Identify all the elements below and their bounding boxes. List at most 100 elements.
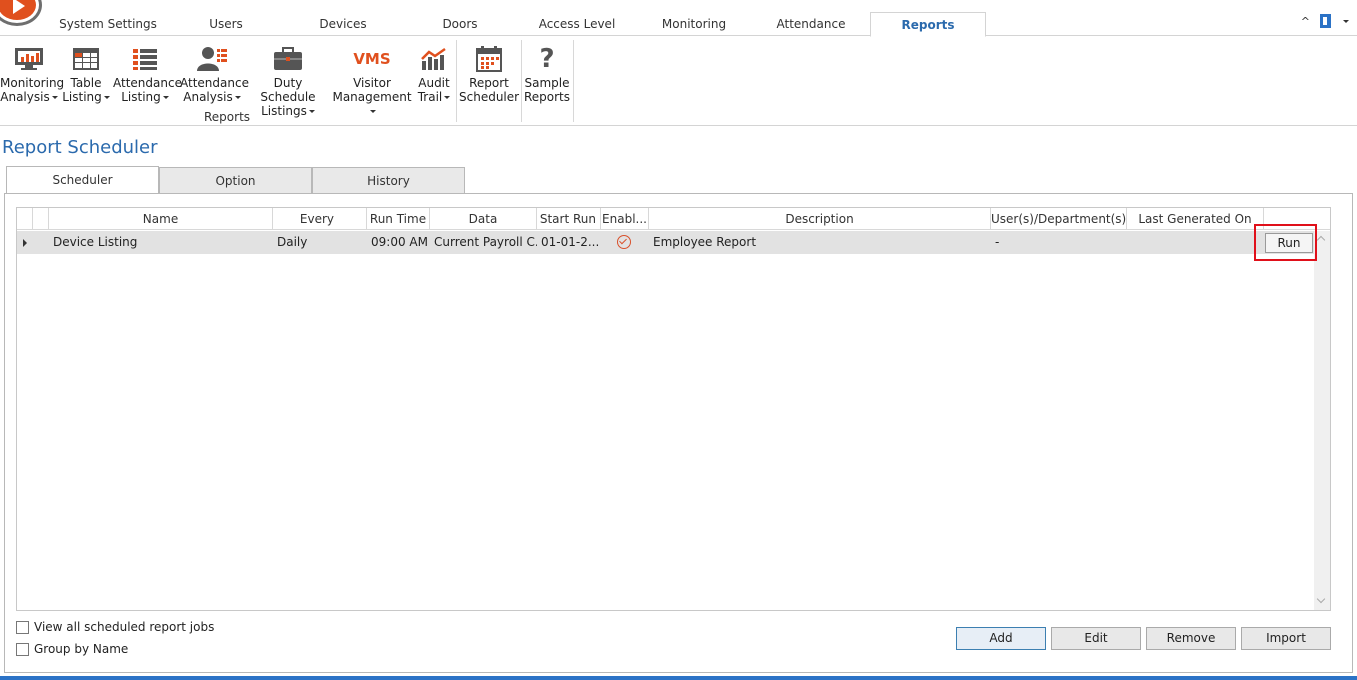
scheduler-grid: Name Every Run Time Data Start Run Enabl… — [16, 207, 1331, 611]
header-start-run[interactable]: Start Run — [537, 208, 601, 230]
group-by-name-checkbox[interactable]: Group by Name — [16, 642, 128, 656]
enabled-check-icon — [617, 235, 631, 249]
tab-attendance[interactable]: Attendance — [768, 12, 854, 36]
checkbox-box[interactable] — [16, 642, 29, 656]
ribbon-button-label: Scheduler — [459, 90, 520, 104]
report-scheduler-button[interactable]: Report Scheduler — [459, 42, 519, 104]
ribbon-window-controls: ^ — [1301, 14, 1349, 28]
vertical-scrollbar[interactable] — [1314, 231, 1330, 610]
collapse-ribbon-icon[interactable]: ^ — [1301, 15, 1310, 28]
duty-schedule-listings-button[interactable]: Duty Schedule Listings — [247, 42, 329, 118]
attendance-analysis-button[interactable]: Attendance Analysis — [180, 42, 249, 104]
ribbon-separator — [573, 40, 574, 122]
audit-trail-button[interactable]: Audit Trail — [416, 42, 452, 104]
cell-users: - — [995, 235, 1000, 249]
tab-monitoring[interactable]: Monitoring — [652, 12, 736, 36]
app-window: System Settings Users Devices Doors Acce… — [0, 0, 1357, 680]
dropdown-arrow-icon — [162, 96, 169, 99]
table-listing-button[interactable]: Table Listing — [62, 42, 110, 104]
ribbon-button-label: Duty Schedule — [260, 76, 316, 104]
row-indicator-icon — [23, 239, 27, 247]
ribbon-options-icon[interactable] — [1341, 14, 1349, 28]
header-description[interactable]: Description — [649, 208, 991, 230]
ribbon-button-label: Audit — [418, 76, 450, 90]
ribbon-button-label: Table — [70, 76, 102, 90]
cell-every: Daily — [277, 235, 308, 249]
checkbox-label: View all scheduled report jobs — [34, 620, 215, 634]
vms-icon-text: VMS — [353, 50, 391, 68]
cell-start-run: 01-01-2... — [541, 235, 600, 249]
ribbon-button-label: Management — [332, 90, 412, 104]
tab-reports[interactable]: Reports — [870, 12, 986, 37]
header-spacer — [33, 208, 49, 230]
tab-history[interactable]: History — [312, 167, 465, 194]
table-row[interactable]: Device Listing Daily 09:00 AM Current Pa… — [17, 231, 1314, 254]
question-icon: ? — [523, 42, 571, 76]
dropdown-arrow-icon — [103, 96, 110, 99]
monitoring-analysis-button[interactable]: Monitoring Analysis — [0, 42, 65, 104]
tab-devices[interactable]: Devices — [305, 12, 381, 36]
ribbon-button-label: Listing — [121, 90, 161, 104]
chart-line-icon — [416, 42, 452, 76]
edit-button[interactable]: Edit — [1051, 627, 1141, 650]
calendar-icon — [459, 42, 519, 76]
dropdown-arrow-icon — [234, 96, 241, 99]
cell-description: Employee Report — [653, 235, 757, 249]
visitor-management-button[interactable]: VMS Visitor Management — [332, 42, 412, 118]
ribbon-button-label: Sample — [524, 76, 570, 90]
ribbon-button-label: Attendance — [180, 76, 249, 90]
ribbon-button-label: Report — [469, 76, 509, 90]
view-all-jobs-checkbox[interactable]: View all scheduled report jobs — [16, 620, 214, 634]
header-data[interactable]: Data — [430, 208, 537, 230]
checkbox-box[interactable] — [16, 620, 29, 634]
add-button[interactable]: Add — [956, 627, 1046, 650]
ribbon-button-label: Listings — [261, 104, 307, 118]
cell-last-generated — [1127, 231, 1264, 254]
cell-run-time: 09:00 AM — [371, 235, 428, 249]
ribbon-button-label: Reports — [523, 90, 571, 104]
header-run-time[interactable]: Run Time — [367, 208, 430, 230]
tab-users[interactable]: Users — [190, 12, 262, 36]
tab-option[interactable]: Option — [159, 167, 312, 194]
person-list-icon — [180, 42, 244, 76]
header-enabled[interactable]: Enabl... — [601, 208, 649, 230]
dropdown-arrow-icon — [51, 96, 58, 99]
header-last-generated[interactable]: Last Generated On — [1127, 208, 1264, 230]
ribbon-tab-bar: System Settings Users Devices Doors Acce… — [0, 12, 1357, 37]
question-icon-text: ? — [539, 44, 555, 74]
grid-header: Name Every Run Time Data Start Run Enabl… — [17, 208, 1330, 230]
scroll-up-icon[interactable] — [1316, 235, 1326, 245]
header-every[interactable]: Every — [273, 208, 367, 230]
ribbon-group-label: Reports — [204, 110, 251, 124]
office-icon[interactable] — [1320, 14, 1331, 28]
cell-data: Current Payroll C... — [434, 235, 537, 249]
ribbon-separator — [456, 40, 457, 122]
scroll-down-icon[interactable] — [1316, 594, 1326, 604]
monitor-chart-icon — [0, 42, 58, 76]
dropdown-arrow-icon — [308, 110, 315, 113]
import-button[interactable]: Import — [1241, 627, 1331, 650]
tab-scheduler[interactable]: Scheduler — [6, 166, 159, 195]
dropdown-arrow-icon — [370, 110, 376, 113]
header-name[interactable]: Name — [49, 208, 273, 230]
tab-access-level[interactable]: Access Level — [530, 12, 624, 36]
ribbon-button-label: Attendance — [113, 76, 182, 90]
attendance-listing-button[interactable]: Attendance Listing — [113, 42, 182, 104]
table-icon — [62, 42, 110, 76]
vms-icon: VMS — [332, 42, 412, 76]
ribbon-button-label: Analysis — [183, 90, 233, 104]
ribbon-button-label: Monitoring — [0, 76, 65, 90]
ribbon-button-label: Trail — [417, 90, 443, 104]
tab-doors[interactable]: Doors — [425, 12, 495, 36]
briefcase-icon — [247, 42, 329, 76]
cell-enabled[interactable] — [601, 231, 649, 254]
list-icon — [113, 42, 177, 76]
remove-button[interactable]: Remove — [1146, 627, 1236, 650]
dropdown-arrow-icon — [444, 96, 451, 99]
checkbox-label: Group by Name — [34, 642, 129, 656]
cell-name: Device Listing — [53, 235, 138, 249]
ribbon-panel: Monitoring Analysis Table Listing Attend… — [0, 36, 1357, 126]
tab-system-settings[interactable]: System Settings — [58, 12, 158, 36]
header-users[interactable]: User(s)/Department(s) — [991, 208, 1127, 230]
sample-reports-button[interactable]: ? Sample Reports — [523, 42, 571, 104]
